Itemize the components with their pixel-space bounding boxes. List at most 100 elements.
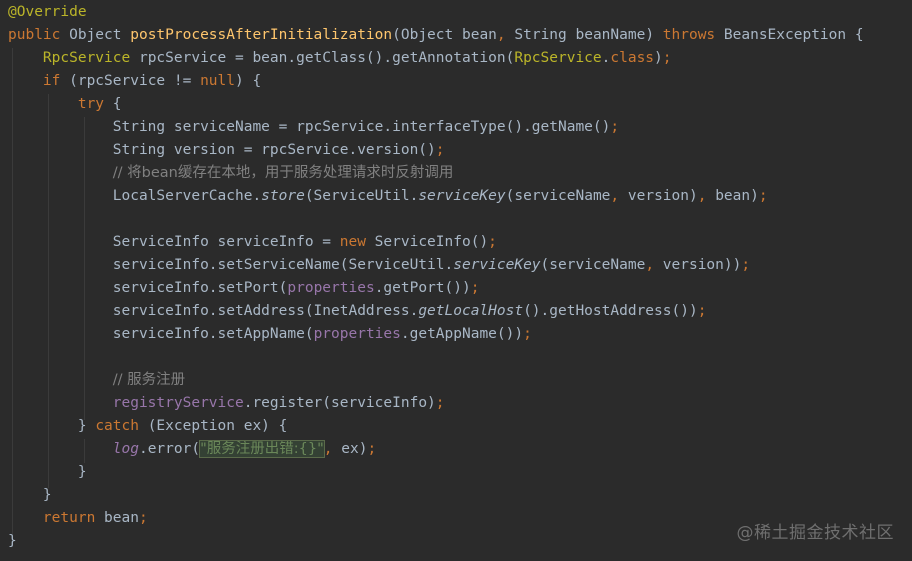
code-token: } [77,464,87,480]
method-name-token: postProcessAfterInitialization [130,27,393,43]
code-line-10[interactable]: ServiceInfo serviceInfo = new ServiceInf… [8,231,497,254]
code-line-1[interactable]: @Override [8,1,87,24]
code-line-11[interactable]: serviceInfo.setServiceName(ServiceUtil.s… [8,254,750,277]
keyword-token: try [77,96,105,112]
code-token: ) [654,50,663,66]
code-line-17[interactable]: } catch (Exception ex) { [8,415,288,438]
semicolon-token: ; [435,395,445,411]
code-token: ServiceInfo serviceInfo = [112,234,340,250]
code-line-3[interactable]: RpcService rpcService = bean.getClass().… [8,47,672,70]
code-line-8[interactable]: // 将bean缓存在本地，用于服务处理请求时反射调用 [8,162,454,185]
code-token: serviceInfo.setAddress(InetAddress. [112,303,419,319]
code-token: String version = rpcService.version() [112,142,436,158]
semicolon-token: ; [523,326,532,342]
comma-token: , [496,27,515,43]
code-line-13[interactable]: serviceInfo.setAddress(InetAddress.getLo… [8,300,707,323]
code-token: ) { [235,73,262,89]
semicolon-token: ; [758,188,768,204]
code-token: ServiceInfo() [365,234,489,250]
static-field-token: log [112,441,139,457]
semicolon-token: ; [741,257,751,273]
comment-token: // 将bean缓存在本地，用于服务处理请求时反射调用 [112,165,454,181]
keyword-token: catch [95,418,139,434]
code-line-6[interactable]: String serviceName = rpcService.interfac… [8,116,619,139]
code-token: serviceInfo.setAppName( [112,326,314,342]
code-line-4[interactable]: if (rpcService != null) { [8,70,261,93]
code-line-9[interactable]: LocalServerCache.store(ServiceUtil.servi… [8,185,768,208]
keyword-token: if [42,73,61,89]
code-token: { [104,96,122,112]
code-token: (serviceName [505,188,611,204]
semicolon-token: ; [367,441,377,457]
comma-token: , [610,188,628,204]
semicolon-token: ; [138,510,148,526]
keyword-token: throws [662,27,716,43]
code-line-18[interactable]: log.error("服务注册出错:{}", ex); [8,438,376,461]
keyword-token: null [200,73,235,89]
static-method-token: getLocalHost [418,303,524,319]
code-token: Object [60,27,131,43]
code-token: (rpcService != [60,73,201,89]
code-line-16[interactable]: registryService.register(serviceInfo); [8,392,445,415]
code-token: String beanName) [514,27,663,43]
code-token: LocalServerCache. [112,188,262,204]
code-token: (ServiceUtil. [304,188,419,204]
semicolon-token: ; [488,234,497,250]
static-method-token: store [261,188,305,204]
code-line-21[interactable]: return bean; [8,507,148,530]
code-line-19[interactable]: } [8,461,87,484]
code-token: .error( [138,441,201,457]
code-token: bean) [715,188,759,204]
static-method-token: serviceKey [453,257,541,273]
semicolon-token: ; [435,142,445,158]
semicolon-token: ; [610,119,620,135]
code-token: (serviceName [540,257,646,273]
field-token: registryService [112,395,244,411]
keyword-token: new [339,234,366,250]
code-line-5[interactable]: try { [8,93,122,116]
code-line-2[interactable]: public Object postProcessAfterInitializa… [8,24,864,47]
semicolon-token: ; [697,303,707,319]
static-method-token: serviceKey [418,188,506,204]
code-token: rpcService = bean.getClass().getAnnotati… [130,50,515,66]
code-token: serviceInfo.setServiceName(ServiceUtil. [112,257,454,273]
code-line-12[interactable]: serviceInfo.setPort(properties.getPort()… [8,277,480,300]
code-line-7[interactable]: String version = rpcService.version(); [8,139,445,162]
field-token: properties [313,326,401,342]
code-token: } [8,533,17,549]
annotation-type-token: RpcService [514,50,602,66]
keyword-token: class [610,50,655,66]
code-token: .register(serviceInfo) [243,395,436,411]
code-token: version)) [662,257,742,273]
annotation-token: @Override [8,4,87,20]
code-token: (Object bean [392,27,497,43]
semicolon-token: ; [662,50,672,66]
comma-token: , [645,257,663,273]
code-token: ().getHostAddress()) [523,303,698,319]
code-line-15[interactable]: // 服务注册 [8,369,185,392]
keyword-token: public [8,27,61,43]
code-editor[interactable]: @Override public Object postProcessAfter… [0,0,912,561]
code-token: } [42,487,52,503]
code-line-20[interactable]: } [8,484,52,507]
code-token: version) [627,188,698,204]
comma-token: , [697,188,716,204]
code-token: serviceInfo.setPort( [112,280,288,296]
keyword-token: return [42,510,96,526]
code-token: BeansException { [715,27,864,43]
code-token: (Exception ex) { [138,418,288,434]
comma-token: , [323,441,342,457]
code-line-14[interactable]: serviceInfo.setAppName(properties.getApp… [8,323,532,346]
code-token: } [77,418,96,434]
code-line-22[interactable]: } [8,530,17,553]
string-literal-token: "服务注册出错:{}" [199,440,325,458]
annotation-type-token: RpcService [42,50,131,66]
code-token: ex) [341,441,368,457]
comment-token: // 服务注册 [112,372,186,388]
code-token: .getAppName()) [400,326,524,342]
code-token: .getPort()) [374,280,471,296]
semicolon-token: ; [470,280,480,296]
code-token: bean [95,510,139,526]
field-token: properties [287,280,375,296]
watermark-text: @稀土掘金技术社区 [736,523,894,543]
